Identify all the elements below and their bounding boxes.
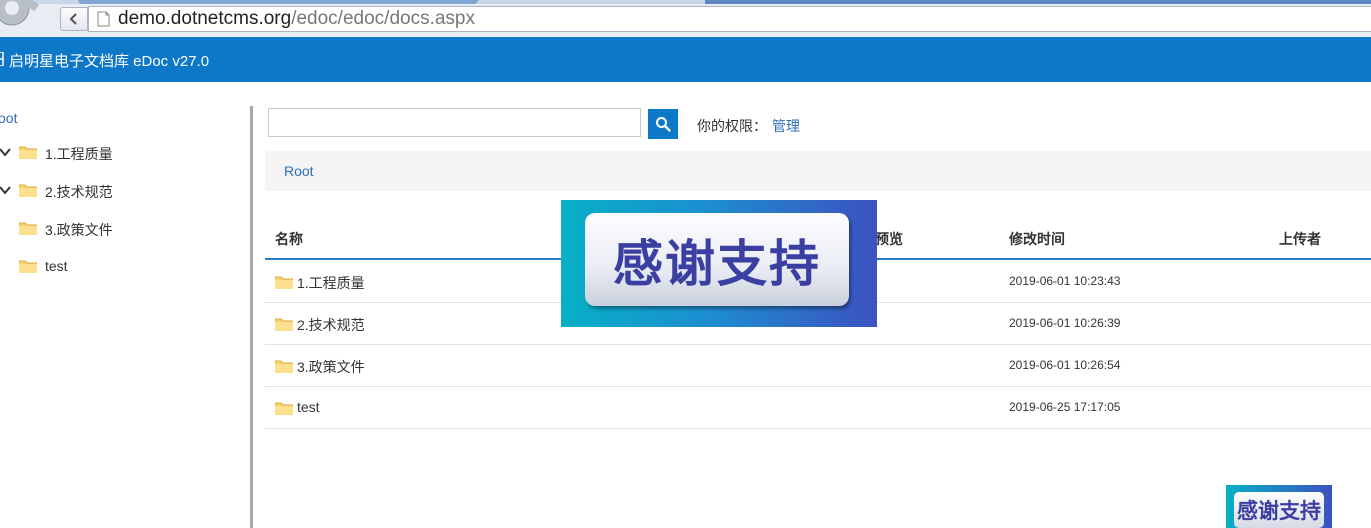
folder-icon	[275, 402, 293, 415]
tree-item-label: 3.政策文件	[45, 222, 113, 238]
row-name[interactable]: test	[297, 399, 320, 415]
row-modified: 2019-06-25 17:17:05	[1009, 400, 1121, 414]
breadcrumb: Root	[265, 151, 1371, 191]
tree-root[interactable]: oot	[0, 110, 17, 126]
url-path: /edoc/edoc/docs.aspx	[291, 8, 475, 29]
tree-item-2[interactable]: 2.技术规范	[0, 180, 240, 202]
column-header-modified[interactable]: 修改时间	[1009, 229, 1065, 249]
browser-menu-icon[interactable]	[0, 0, 44, 34]
back-button[interactable]	[60, 7, 88, 31]
chevron-down-icon[interactable]	[0, 183, 12, 197]
browser-chrome: demo.dotnetcms.org/edoc/edoc/docs.aspx	[0, 0, 1371, 38]
address-bar[interactable]: demo.dotnetcms.org/edoc/edoc/docs.aspx	[88, 6, 1371, 32]
thanks-plate: 感谢支持	[1234, 492, 1324, 528]
table-row[interactable]: 3.政策文件 2019-06-01 10:26:54	[265, 344, 1371, 387]
browser-tab[interactable]	[78, 0, 478, 4]
search-button[interactable]	[648, 109, 678, 139]
row-modified: 2019-06-01 10:26:39	[1009, 316, 1121, 330]
thanks-plate: 感谢支持	[585, 213, 849, 306]
folder-icon	[275, 276, 293, 289]
permission-value[interactable]: 管理	[772, 116, 800, 136]
thanks-text: 感谢支持	[1237, 499, 1321, 523]
browser-tab-active[interactable]	[705, 0, 1371, 4]
thanks-text: 感谢支持	[613, 234, 821, 293]
row-name[interactable]: 1.工程质量	[297, 273, 365, 293]
folder-icon	[19, 184, 37, 197]
search-input[interactable]	[268, 108, 641, 137]
column-header-uploader[interactable]: 上传者	[1279, 229, 1321, 249]
column-header-name[interactable]: 名称	[275, 229, 303, 249]
page-icon	[97, 11, 110, 27]
search-icon	[656, 117, 671, 132]
tree-item-4[interactable]: test	[0, 256, 240, 278]
permission-label: 你的权限：	[697, 118, 767, 134]
folder-icon	[19, 260, 37, 273]
folder-icon	[275, 360, 293, 373]
folder-icon	[19, 146, 37, 159]
chevron-left-icon	[69, 13, 77, 25]
breadcrumb-root[interactable]: Root	[284, 163, 314, 179]
thanks-banner-large[interactable]: 感谢支持	[561, 200, 877, 327]
tree-item-label: 1.工程质量	[45, 146, 113, 162]
tree-item-label: 2.技术规范	[45, 184, 113, 200]
folder-icon	[19, 222, 37, 235]
chevron-down-icon[interactable]	[0, 145, 12, 159]
url-host: demo.dotnetcms.org	[118, 8, 292, 29]
logo-icon	[0, 52, 4, 66]
thanks-banner-small[interactable]: 感谢支持	[1226, 485, 1332, 528]
folder-icon	[275, 318, 293, 331]
row-modified: 2019-06-01 10:23:43	[1009, 274, 1121, 288]
table-row[interactable]: test 2019-06-25 17:17:05	[265, 386, 1371, 429]
sidebar-splitter[interactable]	[250, 106, 253, 528]
app-title[interactable]: 启明星电子文档库 eDoc v27.0	[9, 50, 209, 71]
tree-item-1[interactable]: 1.工程质量	[0, 142, 240, 164]
row-modified: 2019-06-01 10:26:54	[1009, 358, 1121, 372]
tree-item-3[interactable]: 3.政策文件	[0, 218, 240, 240]
tree-item-label: test	[45, 258, 68, 274]
app-header: 启明星电子文档库 eDoc v27.0	[0, 37, 1371, 82]
column-header-preview: 预览	[875, 231, 903, 247]
row-name[interactable]: 2.技术规范	[297, 315, 365, 335]
row-name[interactable]: 3.政策文件	[297, 357, 365, 377]
